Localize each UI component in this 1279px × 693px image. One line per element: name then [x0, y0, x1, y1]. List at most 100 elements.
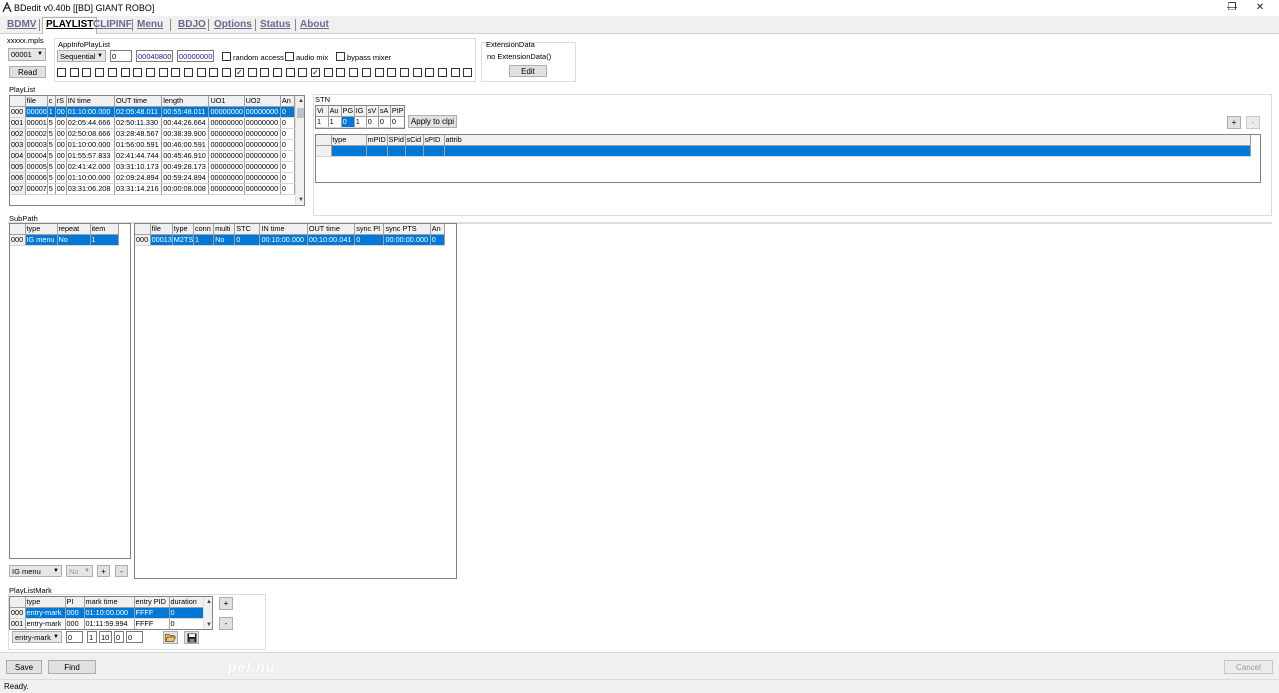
uo-mask-checkbox[interactable] [145, 68, 155, 77]
playlist-row-header[interactable]: 005 [10, 161, 26, 173]
uo-mask-checkbox[interactable] [412, 68, 422, 77]
playlistmark-row[interactable]: 000 entry-mark 000 01:10:00.000 FFFF 0 [10, 607, 204, 619]
playlist-row-header[interactable]: 000 [10, 106, 26, 118]
playlist-cell[interactable]: 02:50:11.330 [114, 117, 163, 129]
subpath-type-select[interactable]: IG menu ▼ [9, 565, 62, 577]
save-button[interactable]: Save [6, 660, 42, 674]
uo-mask-checkbox[interactable] [438, 68, 447, 77]
playlist-column-header[interactable]: file [25, 96, 48, 107]
playlistmark-cell[interactable]: 000 [65, 607, 85, 619]
playlist-row[interactable]: 002 00002 5 00 02:50:08.666 03:28:48.567 00:38… [10, 128, 296, 140]
tab-about[interactable]: About [297, 18, 332, 33]
stn-stream-cell[interactable] [423, 145, 445, 157]
playlist-cell[interactable]: 5 [47, 161, 56, 173]
subpath-cell[interactable]: IG menu [25, 234, 58, 246]
playlistmark-cell[interactable]: 0 [169, 607, 204, 619]
stn-count-cell[interactable]: 0 [341, 116, 355, 128]
playlist-table[interactable]: file c rS IN time OUT time length UO1 UO2 An 000 0… [9, 95, 305, 206]
uo-mask-checkbox[interactable] [196, 68, 206, 77]
stn-stream-column-header[interactable]: SPid [387, 135, 406, 146]
stn-stream-cell[interactable] [405, 145, 424, 157]
playlist-cell[interactable]: 00007 [25, 183, 48, 195]
playlist-cell[interactable]: 0 [280, 183, 296, 195]
playlist-row[interactable]: 000 00000 1 00 01:10:00.000 02:05:48.011 00:55… [10, 106, 296, 118]
subplayitem-column-header[interactable]: type [172, 224, 194, 235]
restore-icon[interactable]: ❐ [1218, 0, 1246, 16]
playlist-cell[interactable]: 5 [47, 183, 56, 195]
subplayitem-row-header[interactable]: 000 [135, 234, 151, 246]
uo-mask-checkbox[interactable] [82, 68, 92, 77]
appinfo-field-2[interactable]: 00040800 [136, 50, 173, 62]
close-icon[interactable]: ✕ [1246, 0, 1274, 16]
playlist-cell[interactable]: 01:10:00.000 [66, 106, 116, 118]
subplayitem-column-header[interactable]: conn [193, 224, 215, 235]
playlist-cell[interactable]: 00000000 [208, 106, 245, 118]
stn-add-button[interactable]: + [1227, 116, 1241, 129]
playlist-cell[interactable]: 00 [55, 161, 67, 173]
playlist-cell[interactable]: 02:41:42.000 [66, 161, 116, 173]
playlist-column-header[interactable]: IN time [66, 96, 116, 107]
playlist-cell[interactable]: 00005 [25, 161, 48, 173]
playlistmark-column-header[interactable]: PI [65, 597, 85, 608]
find-button[interactable]: Find [48, 660, 96, 674]
scroll-down-icon[interactable]: ▼ [204, 620, 212, 629]
subplayitem-column-header[interactable] [135, 224, 151, 235]
subpath-table[interactable]: type repeat item 000 IG menu No 1 [9, 223, 131, 559]
subplayitem-cell[interactable]: 0 [234, 234, 261, 246]
playlistmark-row-header[interactable]: 001 [10, 618, 26, 629]
playlist-cell[interactable]: 00000000 [208, 139, 245, 151]
playlist-cell[interactable]: 00 [55, 183, 67, 195]
playlist-column-header[interactable]: OUT time [114, 96, 163, 107]
playlist-cell[interactable]: 00000000 [208, 161, 245, 173]
subplayitem-column-header[interactable]: multi [213, 224, 236, 235]
subplayitem-column-header[interactable]: OUT time [307, 224, 356, 235]
uo-mask-checkbox[interactable] [222, 68, 232, 77]
playlist-cell[interactable]: 0 [280, 161, 296, 173]
playlist-cell[interactable]: 01:10:00.000 [66, 139, 116, 151]
subplayitem-cell[interactable]: 1 [193, 234, 215, 246]
uo-mask-checkbox[interactable] [209, 68, 219, 77]
subpath-add-button[interactable]: + [97, 565, 110, 577]
uo-mask-checkbox[interactable] [184, 68, 193, 77]
playlist-cell[interactable]: 01:56:00.591 [114, 139, 163, 151]
playlistmark-cell[interactable]: FFFF [134, 607, 170, 619]
playlist-cell[interactable]: 02:05:44.666 [66, 117, 116, 129]
playlist-cell[interactable]: 5 [47, 150, 56, 162]
playlist-cell[interactable]: 00000000 [208, 183, 245, 195]
mark-field-5[interactable]: 0 [126, 631, 143, 643]
playlist-row-header[interactable]: 006 [10, 172, 26, 184]
playlistmark-scrollbar[interactable]: ▲ ▼ [203, 597, 212, 629]
playlist-cell[interactable]: 02:05:48.011 [114, 106, 163, 118]
playlist-cell[interactable]: 00006 [25, 172, 48, 184]
apply-to-clpi-button[interactable]: Apply to clpi [408, 115, 457, 128]
playlist-cell[interactable]: 00 [55, 106, 67, 118]
uo-mask-checkbox[interactable] [107, 68, 117, 77]
playlist-cell[interactable]: 00000000 [244, 128, 281, 140]
playlist-cell[interactable]: 00 [55, 128, 67, 140]
mark-field-4[interactable]: 0 [114, 631, 124, 643]
random-access-checkbox[interactable] [222, 52, 231, 61]
appinfo-field-1[interactable]: 0 [110, 50, 132, 62]
playlist-cell[interactable]: 00000000 [208, 128, 245, 140]
playlist-cell[interactable]: 00 [55, 172, 67, 184]
bypass-mixer-checkbox[interactable] [336, 52, 345, 61]
playlist-row-header[interactable]: 003 [10, 139, 26, 151]
playlist-cell[interactable]: 0 [280, 172, 296, 184]
stn-stream-column-header[interactable]: sPID [423, 135, 445, 146]
playlist-row[interactable]: 007 00007 5 00 03:31:06.208 03:31:14.216 00:00… [10, 183, 296, 195]
tab-bdjo[interactable]: BDJO [175, 18, 209, 33]
stn-count-table[interactable]: Vi Au PG IG sV sA PIP 1 1 0 1 0 0 0 [315, 105, 405, 129]
playlist-cell[interactable]: 00004 [25, 150, 48, 162]
playlist-column-header[interactable] [10, 96, 26, 107]
playlist-cell[interactable]: 00000000 [208, 172, 245, 184]
stn-count-cell[interactable]: 0 [390, 116, 404, 128]
subpath-remove-button[interactable]: - [115, 565, 128, 577]
read-button[interactable]: Read [9, 66, 46, 78]
stn-stream-column-header[interactable]: type [331, 135, 367, 146]
mark-type-select[interactable]: entry-mark ▼ [12, 631, 62, 643]
uo-mask-checkbox[interactable] [69, 68, 79, 77]
playlistmark-column-header[interactable] [10, 597, 26, 608]
tab-options[interactable]: Options [211, 18, 255, 33]
playlist-cell[interactable]: 00000000 [244, 117, 281, 129]
subplayitem-row[interactable]: 000 00013 M2TS 1 No 0 00:10:00.000 00:10:00.041… [135, 234, 446, 246]
